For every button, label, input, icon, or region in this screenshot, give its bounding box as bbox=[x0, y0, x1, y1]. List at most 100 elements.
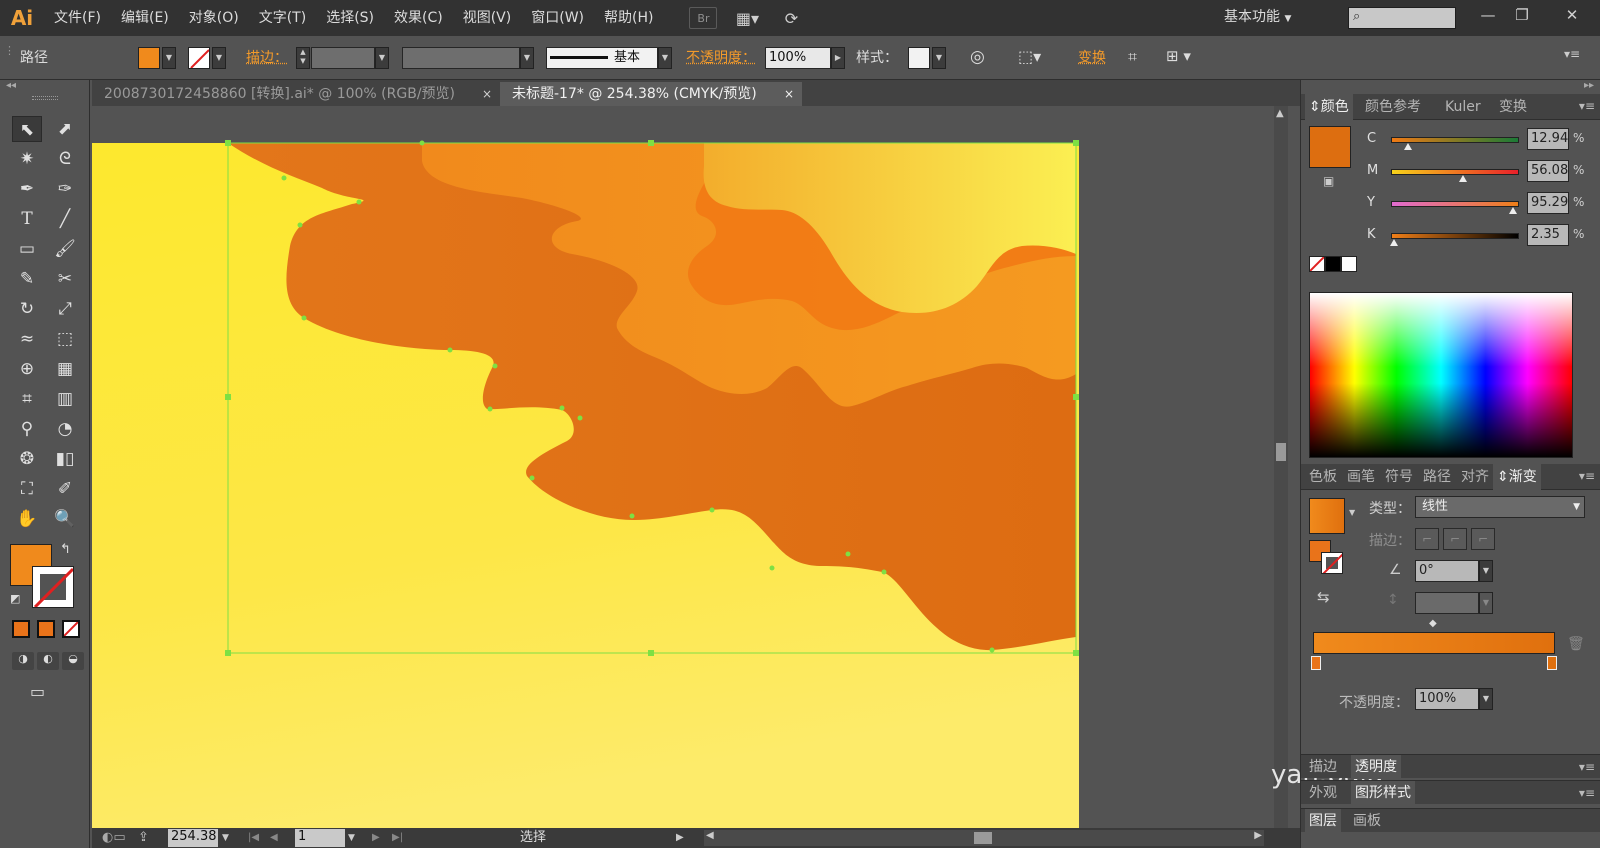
graphic-style-dropdown[interactable]: ▼ bbox=[932, 47, 946, 69]
opacity-field[interactable]: 100% bbox=[765, 47, 831, 69]
draw-inside-icon[interactable]: ◒ bbox=[62, 652, 84, 670]
tab-document-1[interactable]: 2008730172458860 [转换].ai* @ 100% (RGB/预览… bbox=[92, 82, 500, 106]
prev-artboard-button[interactable]: ◀ bbox=[270, 829, 278, 847]
gradient-stop-right[interactable] bbox=[1547, 656, 1557, 670]
gradient-mode-button[interactable] bbox=[37, 620, 55, 638]
align-selection-icon[interactable]: ⬚▾ bbox=[1018, 47, 1041, 66]
control-panel-menu-icon[interactable]: ▾≡ bbox=[1564, 47, 1580, 61]
black-color-chip[interactable] bbox=[1325, 256, 1341, 272]
canvas-area[interactable] bbox=[92, 106, 1274, 828]
direct-selection-tool[interactable]: ⬈ bbox=[50, 116, 80, 142]
channel-value-field[interactable]: 2.35 bbox=[1527, 224, 1569, 246]
hand-tool[interactable]: ✋ bbox=[12, 506, 42, 532]
type-tool[interactable]: T bbox=[12, 206, 42, 232]
menu-file[interactable]: 文件(F) bbox=[44, 0, 111, 36]
zoom-dropdown[interactable]: ▼ bbox=[222, 829, 229, 847]
tab-symbols[interactable]: 符号 bbox=[1385, 464, 1413, 490]
aspect-ratio-field[interactable] bbox=[1415, 592, 1479, 614]
gradient-opacity-field[interactable]: 100% bbox=[1415, 688, 1479, 710]
search-input[interactable]: ⌕ bbox=[1348, 7, 1456, 29]
channel-slider-track[interactable] bbox=[1391, 233, 1519, 239]
stroke-weight-dropdown[interactable]: ▼ bbox=[375, 47, 389, 69]
tab-layers[interactable]: 图层 bbox=[1305, 809, 1341, 833]
vertical-scroll-thumb[interactable] bbox=[1276, 443, 1286, 461]
menu-edit[interactable]: 编辑(E) bbox=[111, 0, 179, 36]
menu-object[interactable]: 对象(O) bbox=[179, 0, 249, 36]
delete-stop-icon[interactable]: 🗑 bbox=[1567, 636, 1585, 652]
tab-color-guide[interactable]: 颜色参考 bbox=[1365, 94, 1421, 120]
line-segment-tool[interactable]: ╱ bbox=[50, 206, 80, 232]
restore-button[interactable]: ❐ bbox=[1506, 4, 1538, 26]
channel-slider-track[interactable] bbox=[1391, 169, 1519, 175]
gradient-type-select[interactable]: 线性 ▼ bbox=[1415, 496, 1585, 518]
white-color-chip[interactable] bbox=[1341, 256, 1357, 272]
zoom-level-field[interactable]: 254.38 bbox=[168, 829, 218, 847]
gradient-opacity-dropdown[interactable]: ▼ bbox=[1479, 688, 1493, 710]
menu-help[interactable]: 帮助(H) bbox=[594, 0, 663, 36]
tab-stroke[interactable]: 描边 bbox=[1309, 755, 1337, 779]
eyedropper-tool[interactable]: ⚲ bbox=[12, 416, 42, 442]
recolor-artwork-icon[interactable]: ◎ bbox=[970, 47, 985, 67]
variable-width-field[interactable] bbox=[402, 47, 520, 69]
slice-tool[interactable]: ✐ bbox=[50, 476, 80, 502]
gradient-preview-dropdown[interactable]: ▼ bbox=[1349, 508, 1355, 517]
brush-definition-field[interactable]: 基本 bbox=[546, 47, 658, 69]
workspace-switcher[interactable]: 基本功能 ▼ bbox=[1224, 6, 1291, 26]
aspect-ratio-dropdown[interactable]: ▼ bbox=[1479, 592, 1493, 614]
scroll-left-arrow-icon[interactable]: ◀ bbox=[706, 830, 714, 841]
share-icon[interactable]: ⇪ bbox=[138, 829, 149, 847]
graphic-style-swatch[interactable] bbox=[908, 47, 930, 69]
tab-transparency[interactable]: 透明度 bbox=[1351, 755, 1401, 779]
fill-swatch[interactable] bbox=[138, 47, 160, 69]
menu-select[interactable]: 选择(S) bbox=[316, 0, 384, 36]
tab-kuler[interactable]: Kuler bbox=[1445, 94, 1481, 120]
tab-align[interactable]: 对齐 bbox=[1461, 464, 1489, 490]
panel-menu-icon[interactable]: ▾≡ bbox=[1579, 94, 1595, 118]
tab-gradient[interactable]: ⇕渐变 bbox=[1493, 464, 1541, 490]
last-artboard-button[interactable]: ▶| bbox=[392, 829, 403, 847]
first-artboard-button[interactable]: |◀ bbox=[248, 829, 259, 847]
vertical-scrollbar[interactable]: ▲ bbox=[1274, 106, 1288, 828]
channel-slider-knob[interactable] bbox=[1403, 143, 1412, 150]
color-mode-button[interactable] bbox=[12, 620, 30, 638]
perspective-grid-tool[interactable]: ▦ bbox=[50, 356, 80, 382]
symbol-sprayer-tool[interactable]: ❂ bbox=[12, 446, 42, 472]
magic-wand-tool[interactable]: ✷ bbox=[12, 146, 42, 172]
opacity-label[interactable]: 不透明度： bbox=[686, 47, 756, 69]
lasso-tool[interactable]: ᘓ bbox=[50, 146, 80, 172]
transform-link[interactable]: 变换 bbox=[1078, 47, 1106, 69]
stroke-color-box[interactable] bbox=[32, 566, 74, 608]
scissors-tool[interactable]: ✂ bbox=[50, 266, 80, 292]
toolbox-collapse-icon[interactable]: ◂◂ bbox=[6, 80, 16, 91]
mesh-tool[interactable]: ⌗ bbox=[12, 386, 42, 412]
isolate-object-icon[interactable]: ⌗ bbox=[1128, 47, 1137, 67]
bridge-button[interactable]: Br bbox=[689, 7, 718, 29]
menu-window[interactable]: 窗口(W) bbox=[521, 0, 594, 36]
channel-slider-track[interactable] bbox=[1391, 201, 1519, 207]
scale-tool[interactable]: ⤢ bbox=[50, 296, 80, 322]
selection-tool[interactable]: ⬉ bbox=[12, 116, 42, 142]
next-artboard-button[interactable]: ▶ bbox=[372, 829, 380, 847]
horizontal-scrollbar[interactable]: ◀ ▶ bbox=[704, 830, 1264, 846]
brush-dropdown[interactable]: ▼ bbox=[658, 47, 672, 69]
menu-type[interactable]: 文字(T) bbox=[249, 0, 316, 36]
color-spectrum[interactable] bbox=[1309, 292, 1573, 458]
stroke-weight-stepper[interactable]: ▲ ▼ bbox=[296, 47, 310, 69]
artboard-number-field[interactable]: 1 bbox=[295, 829, 345, 847]
artboard-dropdown[interactable]: ▼ bbox=[348, 829, 355, 847]
swap-fill-stroke-icon[interactable]: ↰ bbox=[60, 542, 71, 557]
width-tool[interactable]: ≈ bbox=[12, 326, 42, 352]
pen-tool[interactable]: ✒ bbox=[12, 176, 42, 202]
panel-collapse-icon[interactable]: ▸▸ bbox=[1584, 80, 1594, 91]
tab-pathfinder[interactable]: 路径 bbox=[1423, 464, 1451, 490]
gradient-stop-left[interactable] bbox=[1311, 656, 1321, 670]
variable-width-dropdown[interactable]: ▼ bbox=[520, 47, 534, 69]
scroll-right-arrow-icon[interactable]: ▶ bbox=[1254, 830, 1262, 841]
scroll-up-arrow-icon[interactable]: ▲ bbox=[1276, 108, 1284, 119]
panel-menu-icon[interactable]: ▾≡ bbox=[1579, 755, 1595, 779]
close-window-button[interactable]: ✕ bbox=[1556, 4, 1588, 26]
curvature-tool[interactable]: ✑ bbox=[50, 176, 80, 202]
stroke-within-button[interactable]: ⌐ bbox=[1415, 528, 1439, 550]
channel-value-field[interactable]: 56.08 bbox=[1527, 160, 1569, 182]
close-icon[interactable]: × bbox=[482, 82, 492, 106]
